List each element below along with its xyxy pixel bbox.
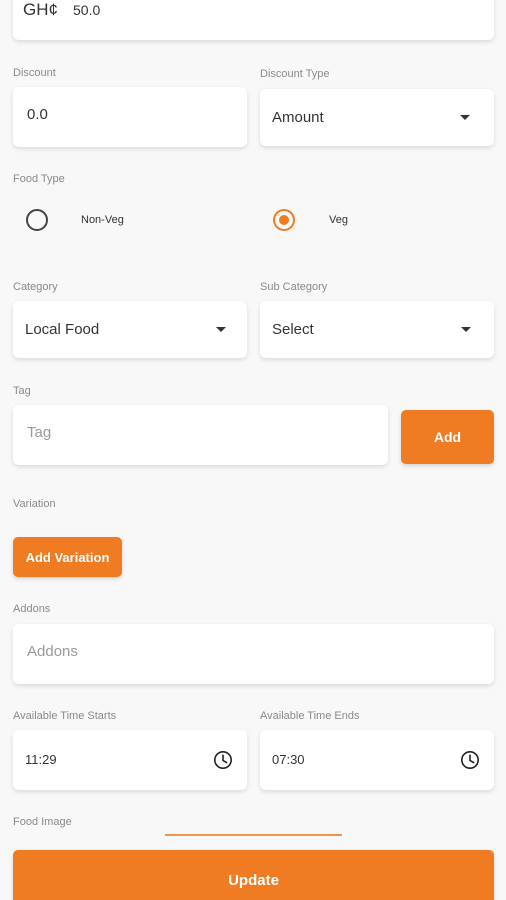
discount-label: Discount xyxy=(13,67,56,79)
time-start-field[interactable]: 11:29 xyxy=(13,730,247,790)
sub-category-label: Sub Category xyxy=(260,281,328,293)
tag-input[interactable]: Tag xyxy=(13,405,388,465)
price-field[interactable]: GH¢ 50.0 xyxy=(13,0,494,40)
addons-placeholder: Addons xyxy=(27,643,78,660)
discount-type-select[interactable]: Amount xyxy=(260,89,494,146)
food-image-placeholder[interactable] xyxy=(165,834,342,836)
time-start-value: 11:29 xyxy=(25,752,57,767)
clock-icon[interactable] xyxy=(213,750,233,770)
chevron-down-icon xyxy=(460,115,470,120)
radio-non-veg-label: Non-Veg xyxy=(81,214,124,226)
food-type-label: Food Type xyxy=(13,173,65,185)
time-start-label: Available Time Starts xyxy=(13,710,117,722)
chevron-down-icon xyxy=(216,327,226,332)
discount-value: 0.0 xyxy=(27,106,48,123)
discount-type-label: Discount Type xyxy=(260,68,330,80)
food-image-label: Food Image xyxy=(13,816,72,828)
addons-input[interactable]: Addons xyxy=(13,624,494,684)
sub-category-value: Select xyxy=(272,321,314,338)
chevron-down-icon xyxy=(461,327,471,332)
update-button[interactable]: Update xyxy=(13,850,494,900)
clock-icon[interactable] xyxy=(460,750,480,770)
tag-placeholder: Tag xyxy=(27,424,52,441)
category-label: Category xyxy=(13,281,58,293)
addons-label: Addons xyxy=(13,603,51,615)
time-end-label: Available Time Ends xyxy=(260,710,360,722)
radio-veg[interactable] xyxy=(273,209,295,231)
category-value: Local Food xyxy=(25,321,100,338)
currency-symbol: GH¢ xyxy=(23,0,58,19)
time-end-value: 07:30 xyxy=(272,752,305,767)
variation-label: Variation xyxy=(13,498,56,510)
discount-field[interactable]: 0.0 xyxy=(13,87,247,147)
discount-type-value: Amount xyxy=(272,109,324,126)
add-tag-button[interactable]: Add xyxy=(401,410,494,464)
tag-label: Tag xyxy=(13,385,31,397)
time-end-field[interactable]: 07:30 xyxy=(260,730,494,790)
add-variation-button[interactable]: Add Variation xyxy=(13,537,122,577)
category-select[interactable]: Local Food xyxy=(13,301,247,358)
sub-category-select[interactable]: Select xyxy=(260,301,494,358)
radio-non-veg[interactable] xyxy=(26,209,48,231)
price-value: 50.0 xyxy=(73,2,101,18)
radio-veg-label: Veg xyxy=(329,214,348,226)
